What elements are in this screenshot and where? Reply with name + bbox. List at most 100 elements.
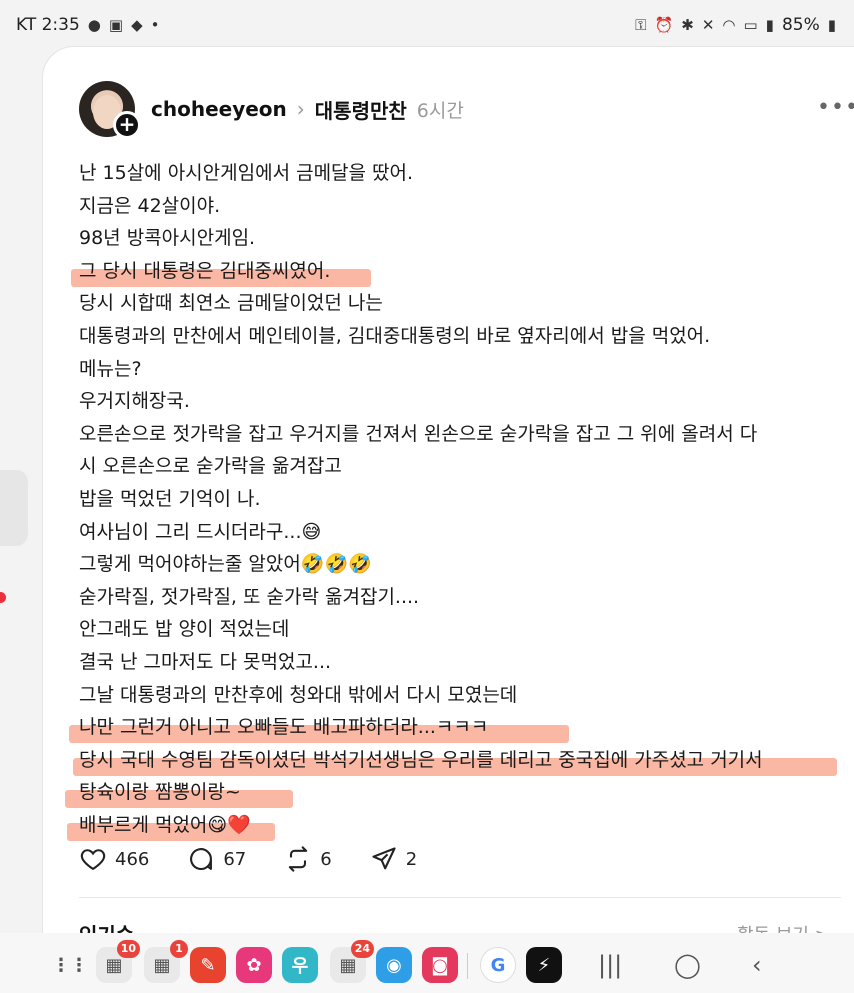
dock-glyph: ⚡ [537, 954, 551, 976]
comment-icon [190, 848, 213, 871]
post-line: 결국 난 그마저도 다 못먹었고... [79, 646, 839, 679]
post-card: + choheeyeon › 대통령만찬 6시간 ••• 난 15살에 아시안게… [42, 46, 854, 947]
battery-icon: ▮ [827, 16, 836, 34]
more-options-icon[interactable]: ••• [817, 95, 854, 120]
post-line-text: 오른손으로 젓가락을 잡고 우거지를 건져서 왼손으로 숟가락을 잡고 그 위에… [79, 422, 758, 445]
post-line: 그렇게 먹어야하는줄 알았어🤣🤣🤣 [79, 548, 839, 581]
post-line: 오른손으로 젓가락을 잡고 우거지를 건져서 왼손으로 숟가락을 잡고 그 위에… [79, 418, 839, 451]
dock-glyph: ✎ [200, 954, 216, 976]
dock-glyph: ▦ [105, 954, 123, 976]
share-button[interactable]: 2 [370, 845, 417, 873]
flower-app-icon[interactable]: ✿ [236, 947, 272, 983]
notification-dot [0, 592, 6, 603]
post-line: 배부르게 먹었어😋❤️ [67, 809, 839, 842]
post-line: 여사님이 그리 드시더라구...😅 [79, 516, 839, 549]
post-line: 98년 방콕아시안게임. [79, 222, 839, 255]
status-right: ⚿ ⏰ ✱ ✕ ◠ ▭ ▮ 85% ▮ [635, 15, 836, 35]
apps-folder-1-icon[interactable]: ▦ 10 [96, 940, 140, 983]
mute-icon: ✕ [701, 16, 715, 34]
post-line-text: 숟가락질, 젓가락질, 또 숟가락 옮겨잡기.... [79, 585, 420, 608]
dock-glyph: ▦ [339, 954, 357, 976]
back-button[interactable]: ‹ [752, 951, 762, 979]
post-line: 안그래도 밥 양이 적었는데 [79, 613, 839, 646]
post-line: 대통령과의 만찬에서 메인테이블, 김대중대통령의 바로 옆자리에서 밥을 먹었… [79, 320, 839, 353]
notification-badge: 1 [170, 940, 188, 958]
post-time: 6시간 [416, 99, 464, 122]
post-line: 그날 대통령과의 만찬후에 청와대 밖에서 다시 모였는데 [79, 679, 839, 712]
post-header: choheeyeon › 대통령만찬 6시간 [151, 95, 464, 123]
status-left: KT 2:35 ● ▣ ◆ • [16, 15, 159, 35]
post-body: 난 15살에 아시안게임에서 금메달을 땄어. 지금은 42살이야. 98년 방콕아… [65, 157, 839, 842]
post-line-text: 메뉴는? [79, 357, 142, 380]
post-line-text: 지금은 42살이야. [79, 194, 221, 217]
bluetooth-icon: ✱ [681, 16, 694, 34]
post-line: 메뉴는? [79, 353, 839, 386]
post-line-text: 여사님이 그리 드시더라구...😅 [79, 520, 322, 543]
share-count: 2 [405, 848, 418, 870]
post-line-text: 탕슉이랑 짬뽕이랑~ [79, 781, 241, 804]
recent-apps-button[interactable]: ||| [598, 951, 622, 979]
post-line-text: 대통령과의 만찬에서 메인테이블, 김대중대통령의 바로 옆자리에서 밥을 먹었… [79, 324, 711, 347]
woori-bank-icon[interactable]: 우 [282, 947, 318, 983]
google-icon[interactable]: G [480, 947, 516, 983]
post-line-text: 난 15살에 아시안게임에서 금메달을 땄어. [79, 162, 414, 184]
app-drawer-icon[interactable]: ⋮⋮ [52, 947, 88, 983]
post-actions: 466 67 6 2 [79, 845, 455, 873]
author-name[interactable]: choheeyeon [151, 97, 287, 121]
repost-icon [289, 846, 308, 872]
post-line: 시 오른손으로 숟가락을 옮겨잡고 [79, 450, 839, 483]
post-line-text: 결국 난 그마저도 다 못먹었고... [79, 650, 332, 673]
camera-app-icon[interactable]: ◉ [376, 947, 412, 983]
screen-recorder-icon[interactable]: ◙ [422, 947, 458, 983]
alarm-icon: ⏰ [654, 16, 674, 34]
home-button[interactable]: ◯ [674, 951, 701, 979]
heart-icon [80, 849, 106, 871]
dock-glyph: ◙ [431, 954, 449, 976]
comment-button[interactable]: 67 [187, 845, 246, 873]
apps-folder-2-icon[interactable]: ▦ 1 [144, 940, 188, 983]
notes-app-icon[interactable]: ✎ [190, 947, 226, 983]
repost-button[interactable]: 6 [284, 845, 332, 873]
edge-panel-handle[interactable] [0, 470, 28, 546]
repost-count: 6 [320, 848, 332, 870]
post-line-text: 당시 시합때 최연소 금메달이었던 나는 [79, 292, 383, 315]
post-line: 나만 그런거 아니고 오빠들도 배고파하더라...ㅋㅋㅋ [69, 711, 839, 744]
post-line: 탕슉이랑 짬뽕이랑~ [65, 776, 839, 809]
dock-separator [467, 953, 468, 979]
post-line: 숟가락질, 젓가락질, 또 숟가락 옮겨잡기.... [79, 581, 839, 614]
post-line-text: 안그래도 밥 양이 적었는데 [79, 618, 290, 641]
post-line: 당시 시합때 최연소 금메달이었던 나는 [79, 287, 839, 320]
chevron-right-icon: › [296, 97, 305, 121]
like-button[interactable]: 466 [79, 845, 149, 873]
share-icon [372, 847, 396, 870]
post-line: 당시 국대 수영팀 감독이셨던 박석기선생님은 우리를 데리고 중국집에 가주셨… [73, 744, 839, 777]
post-line-text: 시 오른손으로 숟가락을 옮겨잡고 [79, 455, 342, 478]
location-icon: ● [87, 16, 101, 34]
bolt-app-icon[interactable]: ⚡ [526, 947, 562, 983]
hd-icon: ▭ [743, 16, 758, 34]
post-line-text: 당시 국대 수영팀 감독이셨던 박석기선생님은 우리를 데리고 중국집에 가주셨… [79, 748, 763, 771]
comment-count: 67 [223, 848, 247, 870]
post-line-text: 우거지해장국. [79, 390, 190, 413]
post-line-text: 나만 그런거 아니고 오빠들도 배고파하더라...ㅋㅋㅋ [79, 716, 489, 739]
post-line-text: 밥을 먹었던 기억이 나. [79, 487, 261, 510]
post-line: 지금은 42살이야. [79, 190, 839, 223]
key-icon: ⚿ [635, 16, 647, 34]
post-line-text: 그 당시 대통령은 김대중씨였어. [79, 259, 331, 282]
battery-level: 85% [781, 15, 820, 35]
follow-plus-icon[interactable]: + [113, 111, 141, 139]
signal-icon: ▮ [765, 16, 774, 34]
post-line: 난 15살에 아시안게임에서 금메달을 땄어. [79, 157, 839, 190]
notification-badge: 10 [116, 940, 140, 958]
post-line: 우거지해장국. [79, 385, 839, 418]
notification-badge: 24 [350, 940, 374, 958]
taskbar-dock: ⋮⋮ ▦ 10 ▦ 1 ✎ ✿ 우 ▦ 24 ◉ ◙ G ⚡ ||| ◯ ‹ [0, 933, 854, 993]
apps-folder-3-icon[interactable]: ▦ 24 [330, 940, 374, 983]
chat-icon: ◆ [131, 16, 143, 34]
wifi-icon: ◠ [722, 16, 736, 34]
dock-glyph: ◉ [386, 954, 402, 976]
like-count: 466 [115, 848, 150, 870]
post-line: 밥을 먹었던 기억이 나. [79, 483, 839, 516]
topic-tag[interactable]: 대통령만찬 [315, 95, 407, 124]
dock-glyph: ▦ [153, 954, 171, 976]
